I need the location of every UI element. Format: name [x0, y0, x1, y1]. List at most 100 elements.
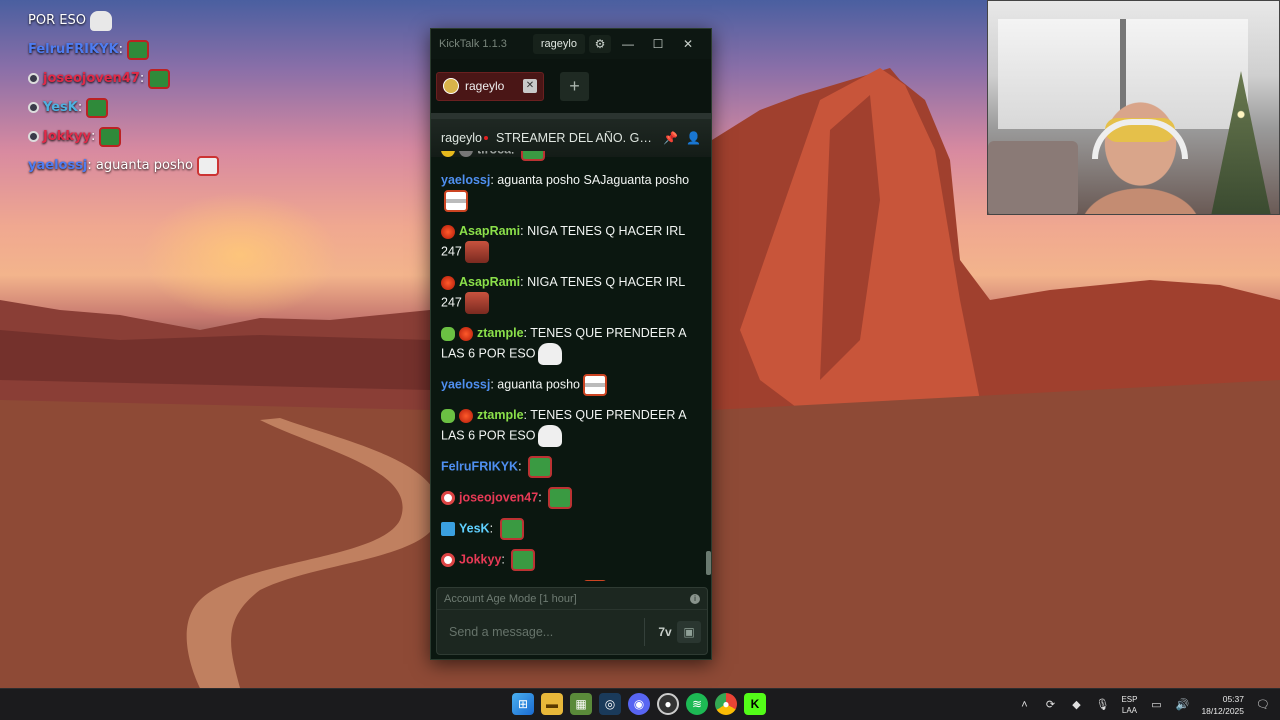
title-bar[interactable]: KickTalk 1.1.3 rageylo ⚙ — ☐ ✕: [431, 29, 711, 59]
sync-icon[interactable]: ⟳: [1043, 698, 1057, 712]
mask-emote-icon[interactable]: [583, 580, 608, 581]
face-emote-icon[interactable]: [464, 241, 489, 263]
channel-name[interactable]: rageylo: [441, 131, 482, 145]
chat-composer: Account Age Mode [1 hour] i 7v ▣: [436, 587, 708, 655]
chat-message[interactable]: YesK:: [441, 518, 703, 540]
lang-top: ESP: [1121, 695, 1138, 704]
tab-label: rageylo: [465, 79, 505, 93]
chat-username[interactable]: Jokkyy: [459, 552, 501, 566]
chat-mode-bar: Account Age Mode [1 hour] i: [437, 588, 707, 610]
language-indicator[interactable]: ESP LAA: [1121, 694, 1137, 716]
badge-icon: [28, 131, 39, 142]
add-tab-button[interactable]: +: [560, 71, 589, 101]
discord-icon[interactable]: ◉: [628, 693, 650, 715]
chat-username[interactable]: AsapRami: [459, 224, 520, 238]
chat-username[interactable]: yaelossj: [441, 377, 490, 391]
overlay-username: yaelossj: [28, 158, 88, 173]
scrollbar-thumb[interactable]: [706, 551, 711, 575]
pepe-emote-icon[interactable]: [511, 549, 536, 571]
minecraft-icon[interactable]: ▦: [570, 693, 592, 715]
mask-emote-icon[interactable]: [444, 190, 468, 212]
notification-icon[interactable]: 🗨: [1256, 698, 1270, 712]
overlay-chat-row: yaelossj: aguanta posho: [28, 151, 288, 180]
skull-emote-icon[interactable]: [538, 425, 563, 447]
webcam-feed: [987, 0, 1280, 215]
spotify-icon[interactable]: ≋: [686, 693, 708, 715]
gear-icon[interactable]: ⚙: [588, 35, 611, 53]
chat-message[interactable]: yaelossj: aguanta posho: [441, 580, 703, 581]
user-icon[interactable]: 👤: [686, 131, 701, 145]
kicktalk-window: KickTalk 1.1.3 rageylo ⚙ — ☐ ✕ rageylo ✕…: [430, 28, 712, 660]
chat-username[interactable]: joseojoven47: [459, 490, 538, 504]
chat-message[interactable]: ztample: TENES QUE PRENDEER A LAS 6 POR …: [441, 323, 703, 365]
chat-message[interactable]: AsapRami: NIGA TENES Q HACER IRL 247: [441, 272, 703, 314]
chat-message[interactable]: tiroca:: [441, 151, 703, 161]
microphone-icon[interactable]: 🎙: [1095, 698, 1109, 712]
yellow-badge-icon: [441, 151, 455, 157]
window-controls: — ☐ ✕: [613, 37, 703, 51]
chat-username[interactable]: yaelossj: [441, 173, 490, 187]
file-explorer-icon[interactable]: ▬: [541, 693, 563, 715]
chat-message[interactable]: ztample: TENES QUE PRENDEER A LAS 6 POR …: [441, 405, 703, 447]
7tv-emote-button[interactable]: 7v: [653, 621, 677, 643]
colon-separator: :: [501, 552, 509, 567]
blue-badge-icon: [441, 522, 455, 536]
emoji-icon[interactable]: ▣: [677, 621, 701, 643]
chat-username[interactable]: YesK: [459, 521, 490, 535]
overlay-message-text: :: [91, 129, 96, 144]
pepe-emote-icon[interactable]: [528, 456, 553, 478]
chat-message[interactable]: joseojoven47:: [441, 487, 703, 509]
chrome-icon[interactable]: ●: [715, 693, 737, 715]
steam-icon[interactable]: ◎: [599, 693, 621, 715]
pepe-emote-icon[interactable]: [499, 518, 524, 540]
overlay-chat-row: joseojoven47:: [28, 64, 288, 93]
chevron-up-icon[interactable]: ˄: [1017, 698, 1031, 712]
overlay-chat-row: Jokkyy:: [28, 122, 288, 151]
chat-message[interactable]: AsapRami: NIGA TENES Q HACER IRL 247: [441, 221, 703, 263]
badge-icon: [28, 73, 39, 84]
user-chip[interactable]: rageylo: [532, 34, 585, 54]
chat-username[interactable]: FelruFRIKYK: [441, 459, 518, 473]
tabs-bar: rageylo ✕ +: [431, 59, 711, 113]
message-input[interactable]: [449, 625, 636, 639]
colon-separator: :: [511, 151, 518, 156]
chat-username[interactable]: tiroca: [477, 151, 511, 156]
windows-icon[interactable]: ⊞: [512, 693, 534, 715]
obs-icon[interactable]: ●: [657, 693, 679, 715]
face-emote-icon[interactable]: [464, 292, 489, 314]
pepe-emote-icon[interactable]: [548, 487, 573, 509]
clock[interactable]: 05:37 18/12/2025: [1201, 693, 1244, 717]
close-button[interactable]: ✕: [673, 37, 703, 51]
overlay-chat-row: FelruFRIKYK:: [28, 35, 288, 64]
tab-rageylo[interactable]: rageylo ✕: [436, 71, 544, 101]
live-indicator: [484, 136, 488, 140]
chat-username[interactable]: ztample: [477, 326, 524, 340]
system-tray: ˄ ⟳ ◆ 🎙 ESP LAA ▭ 🔊 05:37 18/12/2025 🗨: [1017, 689, 1270, 720]
overlay-username: Jokkyy: [43, 129, 92, 144]
chat-message[interactable]: Jokkyy:: [441, 549, 703, 571]
red-badge-icon: [441, 275, 455, 290]
mask-emote-icon[interactable]: [583, 374, 608, 396]
pin-icon[interactable]: 📌: [663, 131, 678, 145]
chat-message[interactable]: yaelossj: aguanta posho: [441, 374, 703, 396]
pepe-emote-icon[interactable]: [521, 151, 545, 161]
chat-username[interactable]: ztample: [477, 408, 524, 422]
close-tab-icon[interactable]: ✕: [523, 79, 537, 93]
chat-messages[interactable]: tiroca: yaelossj: aguanta posho SAJaguan…: [431, 151, 711, 581]
overlay-message-text: :: [77, 100, 83, 115]
chat-username[interactable]: AsapRami: [459, 275, 520, 289]
taskbar: ⊞ ▬ ▦ ◎ ◉ ● ≋ ● K ˄ ⟳ ◆ 🎙 ESP LAA ▭ 🔊 05…: [0, 688, 1280, 720]
info-icon[interactable]: i: [690, 593, 700, 604]
maximize-button[interactable]: ☐: [643, 37, 673, 51]
overlay-message-text: :: [118, 42, 123, 57]
defender-icon[interactable]: ◆: [1069, 698, 1083, 712]
chat-message[interactable]: yaelossj: aguanta posho SAJaguanta posho: [441, 170, 703, 212]
kick-icon[interactable]: K: [744, 693, 766, 715]
pepe-emote-icon: [86, 97, 109, 118]
network-icon[interactable]: ▭: [1149, 698, 1163, 712]
chat-message[interactable]: FelruFRIKYK:: [441, 456, 703, 478]
skull-emote-icon[interactable]: [538, 343, 563, 365]
minimize-button[interactable]: —: [613, 37, 643, 51]
alien-badge-icon: [441, 408, 455, 423]
volume-icon[interactable]: 🔊: [1175, 698, 1190, 712]
